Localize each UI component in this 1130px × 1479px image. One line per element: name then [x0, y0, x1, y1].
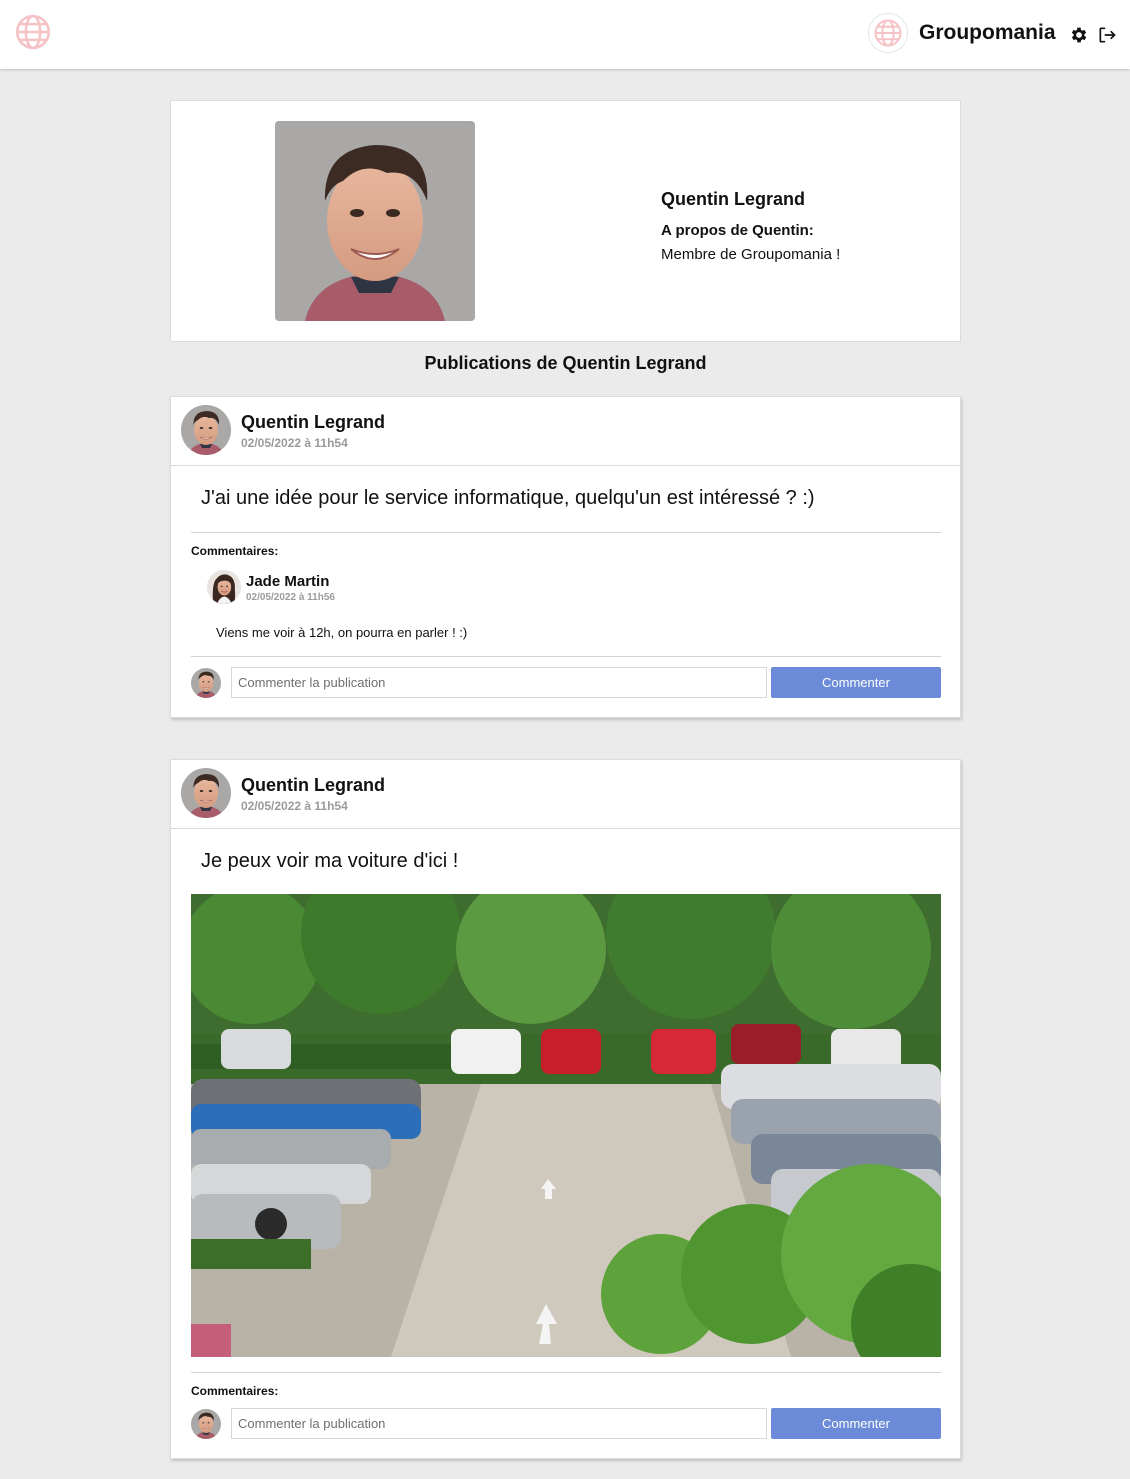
- avatar[interactable]: [181, 768, 231, 818]
- post-author[interactable]: Quentin Legrand: [241, 775, 385, 796]
- comments-label: Commentaires:: [191, 544, 279, 558]
- comment-author[interactable]: Jade Martin: [246, 573, 329, 590]
- post-text: Je peux voir ma voiture d'ici !: [201, 850, 459, 872]
- divider: [191, 1372, 941, 1373]
- post-header: Quentin Legrand 02/05/2022 à 11h54: [171, 760, 960, 829]
- globe-icon[interactable]: [14, 13, 52, 51]
- avatar: [191, 668, 221, 698]
- profile-photo: [275, 121, 475, 321]
- profile-card: Quentin Legrand A propos de Quentin: Mem…: [170, 100, 961, 342]
- divider: [191, 532, 941, 533]
- about-label: A propos de Quentin:: [661, 222, 814, 239]
- comment-text: Viens me voir à 12h, on pourra en parler…: [216, 625, 468, 640]
- about-text: Membre de Groupomania !: [661, 246, 841, 263]
- post-date: 02/05/2022 à 11h54: [241, 799, 348, 813]
- divider: [191, 656, 941, 657]
- post-image[interactable]: [191, 894, 941, 1357]
- brand: Groupomania: [868, 13, 1056, 53]
- post-date: 02/05/2022 à 11h54: [241, 436, 348, 450]
- profile-name: Quentin Legrand: [661, 189, 805, 209]
- comments-label: Commentaires:: [191, 1384, 279, 1398]
- comment-input[interactable]: [231, 1408, 767, 1439]
- comment-button[interactable]: Commenter: [771, 667, 941, 698]
- gear-icon[interactable]: [1069, 25, 1089, 45]
- post-text: J'ai une idée pour le service informatiq…: [201, 487, 815, 509]
- logout-icon[interactable]: [1097, 25, 1117, 45]
- comment-date: 02/05/2022 à 11h56: [246, 592, 335, 603]
- avatar[interactable]: [207, 570, 241, 604]
- brand-name: Groupomania: [919, 21, 1056, 44]
- publications-title: Publications de Quentin Legrand: [424, 353, 707, 373]
- post-card: Quentin Legrand 02/05/2022 à 11h54 Je pe…: [170, 759, 961, 1459]
- globe-icon: [868, 13, 908, 53]
- post-author[interactable]: Quentin Legrand: [241, 412, 385, 433]
- comment-button[interactable]: Commenter: [771, 1408, 941, 1439]
- avatar: [191, 1409, 221, 1439]
- post-header: Quentin Legrand 02/05/2022 à 11h54: [171, 397, 960, 466]
- comment-input[interactable]: [231, 667, 767, 698]
- post-card: Quentin Legrand 02/05/2022 à 11h54 J'ai …: [170, 396, 961, 718]
- avatar[interactable]: [181, 405, 231, 455]
- top-navbar: Groupomania: [0, 0, 1130, 69]
